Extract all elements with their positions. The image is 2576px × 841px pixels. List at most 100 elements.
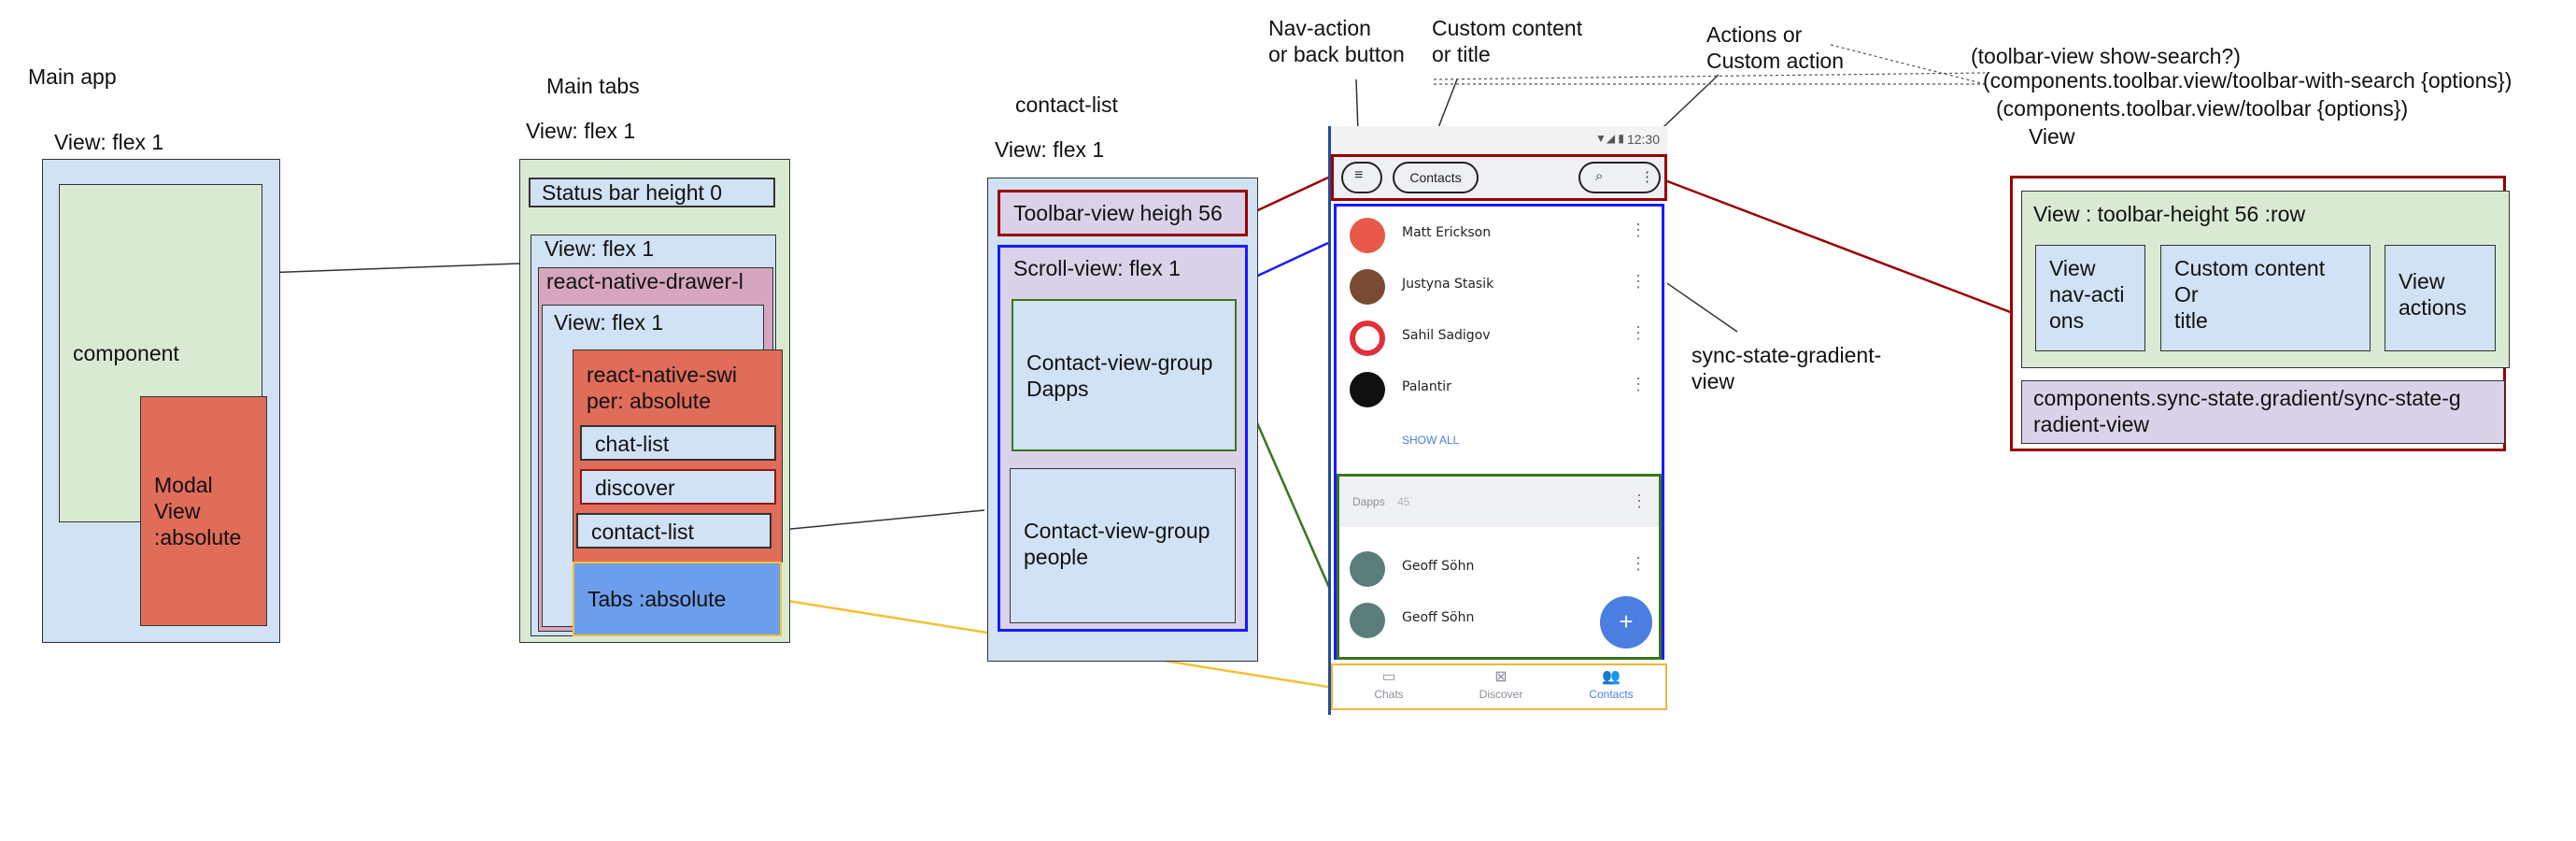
group-dapps-line-1: Contact-view-group xyxy=(1026,350,1213,375)
tab-chats[interactable]: ▭ Chats xyxy=(1342,667,1436,708)
sync-line-1: sync-state-gradient- xyxy=(1691,343,1882,367)
dapps-header: Dapps 45 ⋮ xyxy=(1339,477,1659,527)
main-tabs-view-label: View: flex 1 xyxy=(526,119,636,143)
nav-action-line-1: Nav-action xyxy=(1268,16,1371,40)
contact-row[interactable]: Sahil Sadigov ⋮ xyxy=(1331,311,1667,363)
modal-line-2: View xyxy=(154,499,201,523)
fab-add-button[interactable]: + xyxy=(1600,596,1652,649)
more-vert-icon[interactable]: ⋮ xyxy=(1640,168,1654,185)
menu-icon: ≡ xyxy=(1354,167,1364,183)
status-bar-box: Status bar height 0 xyxy=(529,178,775,207)
chat-list-label: chat-list xyxy=(595,432,670,456)
search-icon[interactable]: ⌕ xyxy=(1595,168,1603,184)
custom-content-view-line-2: Or xyxy=(2174,282,2199,306)
connector-contact-list xyxy=(771,509,985,532)
custom-content-view: Custom content Or title xyxy=(2160,245,2371,351)
group-dapps-line-2: Dapps xyxy=(1026,377,1089,401)
discover-label: discover xyxy=(595,476,675,500)
phone-time: 12:30 xyxy=(1626,132,1660,147)
code-line-4: View xyxy=(2029,124,2075,149)
connector-code-3 xyxy=(1830,44,1986,85)
sync-line-2: view xyxy=(1691,369,1735,393)
drawer-view-label: View: flex 1 xyxy=(554,310,664,335)
contact-row[interactable]: Geoff Söhn ⋮ xyxy=(1331,542,1667,593)
avatar xyxy=(1350,551,1385,587)
avatar xyxy=(1350,603,1385,638)
nav-action-annotation: Nav-action or back button xyxy=(1268,15,1405,67)
contact-row[interactable]: Justyna Stasik ⋮ xyxy=(1331,260,1667,311)
row-more-icon[interactable]: ⋮ xyxy=(1630,324,1647,341)
discover-box: discover xyxy=(580,469,776,505)
toolbar-actions-pill: ⌕ ⋮ xyxy=(1578,162,1661,193)
contacts-icon: 👥 xyxy=(1602,669,1621,685)
toolbar-view-box: Toolbar-view heigh 56 xyxy=(998,190,1248,236)
view-actions-line-1: View xyxy=(2399,269,2445,293)
nav-action-line-2: or back button xyxy=(1268,42,1405,66)
tab-contacts[interactable]: 👥 Contacts xyxy=(1564,667,1658,708)
custom-content-line-2: or title xyxy=(1432,42,1491,66)
tab-discover-label: Discover xyxy=(1479,688,1523,701)
phone-mockup: ▼◢ ▮ 12:30 ≡ Contacts ⌕ ⋮ Matt Erickson … xyxy=(1328,126,1667,715)
tab-contacts-label: Contacts xyxy=(1589,688,1634,701)
swiper-line-1: react-native-swi xyxy=(587,363,738,387)
avatar xyxy=(1350,269,1385,305)
contact-name: Matt Erickson xyxy=(1402,225,1492,240)
contact-name: Sahil Sadigov xyxy=(1402,328,1491,343)
nav-actions-line-2: nav-acti xyxy=(2049,282,2125,306)
tab-discover[interactable]: ⊠ Discover xyxy=(1454,667,1548,708)
modal-line-3: :absolute xyxy=(154,525,242,549)
nav-actions-view: View nav-acti ons xyxy=(2035,245,2145,351)
toolbar-row-label: View : toolbar-height 56 :row xyxy=(2033,202,2306,226)
actions-line-1: Actions or xyxy=(1706,22,1803,47)
main-tabs-title: Main tabs xyxy=(546,74,640,98)
dapps-more-icon[interactable]: ⋮ xyxy=(1631,492,1648,511)
dapps-count: 45 xyxy=(1397,495,1410,508)
row-more-icon[interactable]: ⋮ xyxy=(1630,555,1647,572)
actions-annotation: Actions or Custom action xyxy=(1706,21,1844,74)
discover-icon: ⊠ xyxy=(1494,669,1507,685)
group-people-box: Contact-view-group people xyxy=(1010,468,1236,623)
contact-name: Justyna Stasik xyxy=(1402,277,1494,292)
connector-scroll xyxy=(1247,241,1329,282)
contact-row[interactable]: Palantir ⋮ xyxy=(1331,363,1667,414)
contact-list-box: contact-list xyxy=(576,513,771,549)
modal-line-1: Modal xyxy=(154,473,213,497)
custom-content-annotation: Custom content or title xyxy=(1432,15,1582,67)
inner-view-label: View: flex 1 xyxy=(545,236,655,261)
tabs-label: Tabs :absolute xyxy=(587,587,727,611)
nav-actions-line-1: View xyxy=(2049,256,2096,280)
custom-content-line-1: Custom content xyxy=(1432,16,1583,40)
contact-name: Geoff Söhn xyxy=(1402,610,1475,625)
group-people-line-1: Contact-view-group xyxy=(1024,519,1210,543)
signal-icon: ▼◢ ▮ xyxy=(1594,132,1624,145)
code-line-3: (components.toolbar.view/toolbar {option… xyxy=(1996,96,2409,121)
phone-status-bar: ▼◢ ▮ 12:30 xyxy=(1331,126,1667,154)
contact-list-view-label: View: flex 1 xyxy=(995,137,1105,162)
row-more-icon[interactable]: ⋮ xyxy=(1630,273,1647,290)
chats-icon: ▭ xyxy=(1381,669,1396,685)
status-bar-label: Status bar height 0 xyxy=(542,180,723,205)
group-people-line-2: people xyxy=(1024,545,1089,569)
row-more-icon[interactable]: ⋮ xyxy=(1630,376,1647,392)
toolbar-title-pill[interactable]: Contacts xyxy=(1393,162,1479,193)
dapps-header-label: Dapps xyxy=(1352,495,1385,508)
avatar xyxy=(1350,372,1385,407)
contact-row[interactable]: Matt Erickson ⋮ xyxy=(1331,208,1667,260)
custom-content-view-line-3: title xyxy=(2174,308,2208,333)
code-line-1: (toolbar-view show-search?) xyxy=(1971,44,2241,68)
tab-chats-label: Chats xyxy=(1374,688,1404,701)
tabs-absolute-box: Tabs :absolute xyxy=(573,562,782,636)
connector-code-1 xyxy=(1433,72,1986,80)
nav-menu-button[interactable]: ≡ xyxy=(1341,162,1382,193)
phone-tab-bar: ▭ Chats ⊠ Discover 👥 Contacts xyxy=(1331,663,1667,710)
chat-list-box: chat-list xyxy=(580,425,776,461)
component-label: component xyxy=(73,341,179,365)
view-actions-box: View actions xyxy=(2385,245,2496,351)
sync-state-annotation: sync-state-gradient- view xyxy=(1691,342,1881,394)
show-all-link[interactable]: SHOW ALL xyxy=(1402,434,1459,447)
row-more-icon[interactable]: ⋮ xyxy=(1630,221,1647,238)
gradient-line-2: radient-view xyxy=(2033,412,2149,436)
contact-name: Palantir xyxy=(1402,379,1451,394)
scroll-view-label: Scroll-view: flex 1 xyxy=(1013,256,1181,280)
avatar xyxy=(1350,321,1385,356)
